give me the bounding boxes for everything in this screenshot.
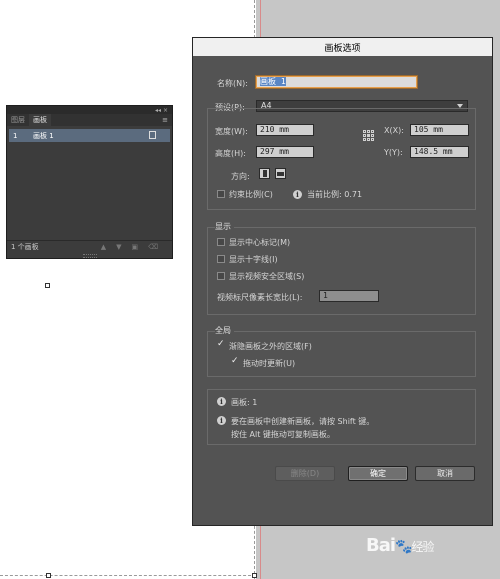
artboard-options-icon[interactable]: [149, 131, 156, 139]
video-safe-label: 显示视频安全区域(S): [229, 272, 305, 281]
cross-hairs-checkbox[interactable]: [217, 255, 225, 263]
panel-menu-icon[interactable]: ≡: [162, 116, 168, 124]
resize-grip[interactable]: [83, 254, 97, 258]
pixel-ratio-label: 视频标尺像素长宽比(L):: [217, 293, 303, 302]
bounding-handle[interactable]: [45, 283, 50, 288]
artboard-options-dialog: 画板选项 名称(N): 画板 1 预设(P): A4 宽度(W): 210 mm…: [192, 37, 493, 526]
info-icon: i: [217, 416, 226, 425]
move-down-icon[interactable]: ▼: [116, 243, 121, 251]
x-field[interactable]: 105 mm: [410, 124, 469, 136]
info-icon: i: [293, 190, 302, 199]
ok-button[interactable]: 确定: [348, 466, 408, 481]
cross-hairs-label: 显示十字线(I): [229, 255, 278, 264]
fade-region-check-icon[interactable]: ✓: [217, 340, 225, 349]
info-icon: i: [217, 397, 226, 406]
landscape-orientation-button[interactable]: [275, 168, 286, 179]
bounding-handle[interactable]: [46, 573, 51, 578]
x-label: X(X):: [384, 126, 404, 135]
fade-region-label: 渐隐画板之外的区域(F): [229, 342, 312, 351]
delete-button[interactable]: 删除(D): [275, 466, 335, 481]
move-up-icon[interactable]: ▲: [101, 243, 106, 251]
dialog-title: 画板选项: [193, 38, 492, 56]
height-field[interactable]: 297 mm: [256, 146, 314, 158]
constrain-label: 约束比例(C): [229, 190, 273, 199]
hint-shift: 要在画板中创建新画板，请按 Shift 键。: [231, 417, 375, 426]
artboard-edge-horizontal: [0, 575, 256, 576]
bounding-handle[interactable]: [252, 573, 257, 578]
name-field[interactable]: 画板 1: [256, 76, 417, 88]
height-label: 高度(H):: [215, 149, 246, 158]
artboard-count: 1 个画板: [11, 242, 39, 251]
delete-artboard-icon[interactable]: ⌫: [148, 243, 158, 251]
update-drag-label: 拖动时更新(U): [243, 359, 296, 368]
pixel-ratio-field[interactable]: 1: [319, 290, 379, 302]
artboard-number: 1: [13, 131, 18, 140]
center-mark-label: 显示中心标记(M): [229, 238, 291, 247]
reference-point-icon[interactable]: [363, 130, 375, 142]
panel-tabs: 图层 画板 ≡: [7, 114, 172, 126]
center-mark-checkbox[interactable]: [217, 238, 225, 246]
width-field[interactable]: 210 mm: [256, 124, 314, 136]
global-group: [207, 331, 476, 377]
global-group-title: 全局: [215, 325, 234, 336]
portrait-orientation-button[interactable]: [259, 168, 270, 179]
current-ratio: 当前比例: 0.71: [307, 190, 363, 199]
tab-layers[interactable]: 图层: [7, 114, 29, 126]
watermark-logo: Bai🐾经验: [366, 535, 435, 556]
video-safe-checkbox[interactable]: [217, 272, 225, 280]
update-drag-check-icon[interactable]: ✓: [231, 357, 239, 366]
new-artboard-icon[interactable]: ▣: [131, 243, 138, 251]
portrait-icon: [263, 170, 267, 177]
collapse-close-icons[interactable]: ◂◂ ×: [155, 107, 168, 114]
panel-titlebar[interactable]: ◂◂ ×: [7, 106, 172, 114]
orientation-label: 方向:: [231, 172, 250, 181]
artboard-list-item[interactable]: 1 画板 1: [9, 129, 170, 142]
constrain-checkbox[interactable]: [217, 190, 225, 198]
display-group-title: 显示: [215, 221, 234, 232]
landscape-icon: [277, 172, 284, 176]
artboards-panel: ◂◂ × 图层 画板 ≡ 1 画板 1 1 个画板 ▲ ▼ ▣ ⌫: [6, 105, 173, 259]
width-label: 宽度(W):: [215, 127, 248, 136]
artboard-name: 画板 1: [33, 131, 54, 140]
artboard-count-info: 画板: 1: [231, 398, 258, 407]
name-label: 名称(N):: [217, 79, 248, 88]
hint-alt: 按住 Alt 键拖动可复制画板。: [231, 430, 335, 439]
panel-footer: 1 个画板 ▲ ▼ ▣ ⌫: [7, 240, 172, 252]
y-label: Y(Y):: [384, 148, 403, 157]
y-field[interactable]: 148.5 mm: [410, 146, 469, 158]
cancel-button[interactable]: 取消: [415, 466, 475, 481]
tab-artboards[interactable]: 画板: [29, 114, 51, 126]
